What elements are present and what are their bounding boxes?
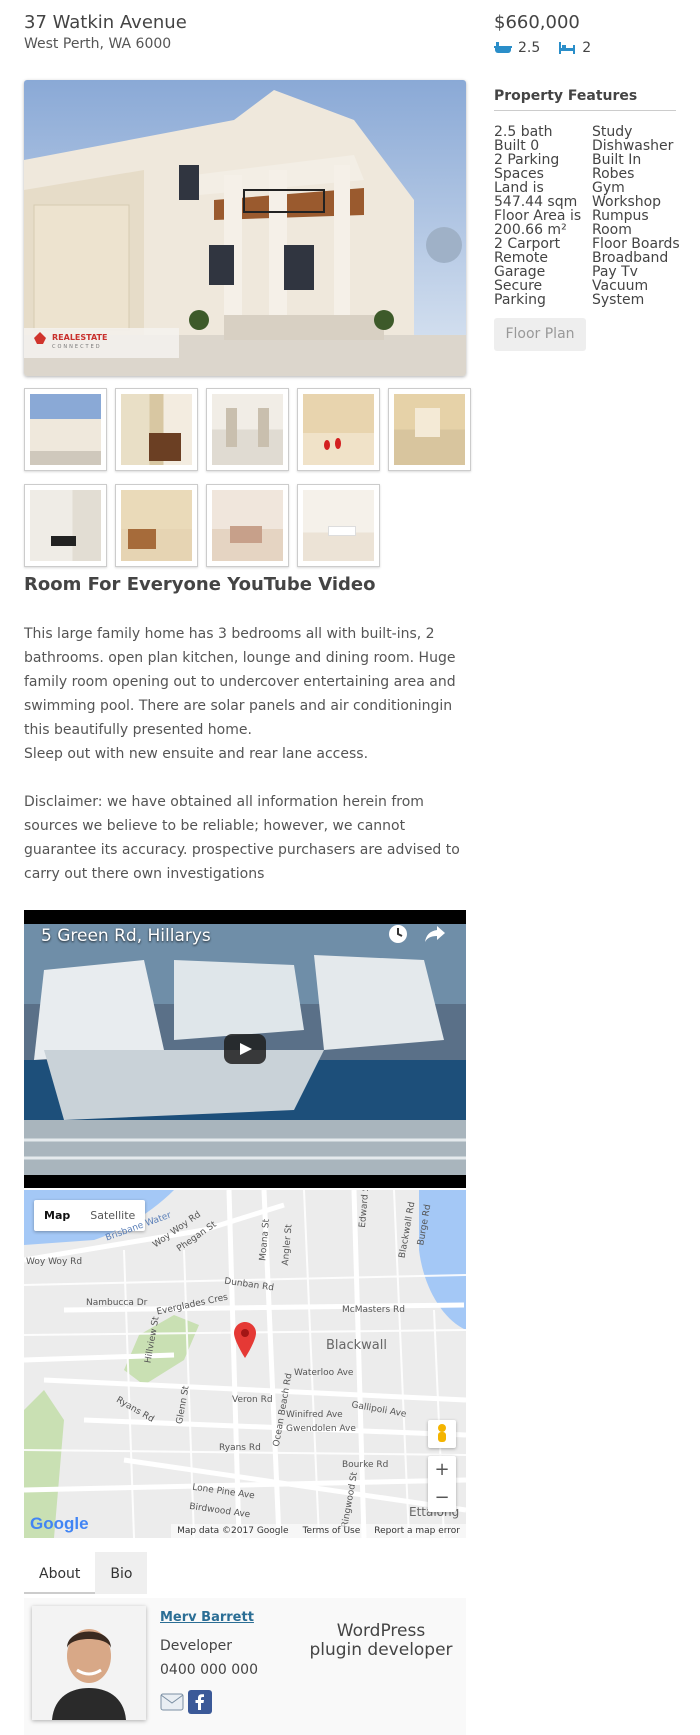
location-map[interactable]: Map Satellite Brisbane Water Woy Woy Rd … (24, 1190, 466, 1538)
agent-phone: 0400 000 000 (160, 1662, 258, 1678)
floor-plan-button[interactable]: Floor Plan (494, 318, 586, 351)
zoom-controls: + − (428, 1456, 456, 1512)
video-actions (388, 924, 446, 948)
features-col-1: 2.5 bath Built 0 2 Parking Spaces Land i… (494, 125, 592, 307)
map-suburb-label: Blackwall (326, 1338, 387, 1353)
features-heading: Property Features (494, 88, 676, 111)
agent-role: Developer (160, 1638, 233, 1654)
map-footer: Map data ©2017 Google Terms of Use Repor… (171, 1524, 466, 1538)
bed-count: 2 (582, 40, 592, 56)
bath-icon (494, 42, 512, 54)
map-road-label: Woy Woy Rd (26, 1257, 83, 1267)
gallery-thumb[interactable] (297, 388, 380, 471)
map-report-link[interactable]: Report a map error (374, 1526, 460, 1536)
gallery-thumb[interactable] (206, 484, 289, 567)
listing-description: This large family home has 3 bedrooms al… (24, 622, 472, 886)
youtube-video[interactable]: 5 Green Rd, Hillarys (24, 910, 466, 1188)
share-icon[interactable] (424, 924, 446, 948)
agent-contact-icons (160, 1690, 212, 1718)
google-logo: Google (30, 1514, 89, 1533)
feature-item: Workshop (592, 194, 662, 210)
bed-icon (558, 42, 576, 54)
gallery-thumb[interactable] (388, 388, 471, 471)
map-road-label: Nambucca Dr (86, 1298, 148, 1308)
feature-item: Secure (494, 278, 543, 294)
feature-item: Study (592, 124, 633, 140)
map-road-label: Ryans Rd (219, 1443, 261, 1453)
hero-photo[interactable]: REALESTATE CONNECTED (24, 80, 466, 376)
clock-icon[interactable] (388, 924, 408, 948)
agent-card: Merv Barrett Developer 0400 000 000 Word… (24, 1598, 466, 1735)
facebook-icon[interactable] (188, 1690, 212, 1718)
agent-avatar (32, 1606, 146, 1720)
watermark-sub: CONNECTED (52, 344, 102, 350)
feature-item: Garage (494, 264, 546, 280)
feature-item: Spaces (494, 166, 544, 182)
feature-item: Gym (592, 180, 625, 196)
map-pin-icon[interactable] (234, 1322, 256, 1362)
feature-item: Robes (592, 166, 635, 182)
zoom-in-button[interactable]: + (428, 1456, 456, 1484)
watermark-brand: REALESTATE (52, 333, 108, 342)
tab-bio[interactable]: Bio (95, 1552, 148, 1594)
map-type-map[interactable]: Map (34, 1200, 80, 1231)
play-icon[interactable] (224, 1034, 266, 1064)
listing-price: $660,000 (494, 12, 580, 33)
bath-count: 2.5 (518, 40, 541, 56)
tab-about[interactable]: About (24, 1552, 96, 1594)
gallery-thumb[interactable] (24, 388, 107, 471)
map-road-label: Winifred Ave (286, 1410, 343, 1420)
features-col-2: Study Dishwasher Built In Robes Gym Work… (592, 125, 684, 307)
photo-gallery (24, 388, 474, 567)
feature-item: Dishwasher (592, 138, 674, 154)
map-terms-link[interactable]: Terms of Use (303, 1526, 361, 1536)
listing-suburb: West Perth, WA 6000 (24, 36, 172, 52)
feature-item: Land is (494, 180, 544, 196)
feature-item: Broadband (592, 250, 669, 266)
section-heading: Room For Everyone YouTube Video (24, 574, 376, 595)
email-icon[interactable] (160, 1690, 184, 1718)
gallery-thumb[interactable] (206, 388, 289, 471)
gallery-thumb[interactable] (297, 484, 380, 567)
feature-item: Parking (494, 292, 546, 308)
feature-item: Built In (592, 152, 642, 168)
agent-name-link[interactable]: Merv Barrett (160, 1610, 254, 1625)
feature-item: Rumpus (592, 208, 649, 224)
disclaimer-paragraph: Disclaimer: we have obtained all informa… (24, 794, 460, 882)
listing-address: 37 Watkin Avenue (24, 12, 187, 33)
agent-tabs: About Bio (24, 1552, 148, 1594)
feature-item: Room (592, 222, 632, 238)
feature-item: 2 Parking (494, 152, 560, 168)
feature-item: Remote (494, 250, 549, 266)
map-data-credit: Map data ©2017 Google (177, 1526, 289, 1536)
feature-item: Floor Boards (592, 236, 680, 252)
map-road-label: Veron Rd (232, 1395, 273, 1405)
bed-bath-meta: 2.5 2 (494, 40, 603, 56)
feature-item: System (592, 292, 645, 308)
feature-item: 200.66 m² (494, 222, 567, 238)
features-list: 2.5 bath Built 0 2 Parking Spaces Land i… (494, 125, 684, 307)
feature-item: Built 0 (494, 138, 540, 154)
map-road-label: Gwendolen Ave (286, 1424, 356, 1434)
feature-item: 2.5 bath (494, 124, 553, 140)
pegman-icon[interactable] (428, 1420, 456, 1448)
agent-bio: WordPress plugin developer (309, 1621, 453, 1660)
description-paragraph: This large family home has 3 bedrooms al… (24, 626, 456, 762)
map-road-label: Waterloo Ave (294, 1368, 354, 1378)
gallery-thumb[interactable] (115, 388, 198, 471)
feature-item: Pay Tv (592, 264, 638, 280)
feature-item: 2 Carport (494, 236, 561, 252)
feature-item: 547.44 sqm (494, 194, 578, 210)
map-road-label: McMasters Rd (342, 1305, 405, 1315)
gallery-thumb[interactable] (115, 484, 198, 567)
feature-item: Floor Area is (494, 208, 582, 224)
feature-item: Vacuum (592, 278, 649, 294)
map-road-label: Bourke Rd (342, 1460, 389, 1470)
zoom-out-button[interactable]: − (428, 1484, 456, 1512)
gallery-thumb[interactable] (24, 484, 107, 567)
video-title: 5 Green Rd, Hillarys (41, 926, 211, 946)
